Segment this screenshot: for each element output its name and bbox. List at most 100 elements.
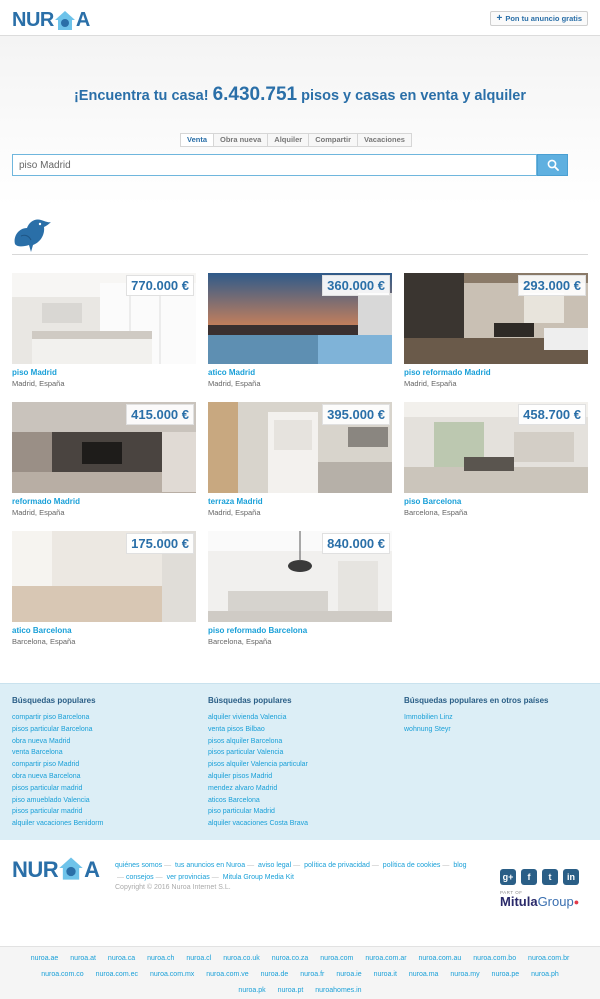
domain-link[interactable]: nuroa.com.au [419, 955, 462, 962]
domain-link[interactable]: nuroa.de [261, 971, 289, 978]
listing-photo[interactable]: 395.000 € [208, 402, 392, 493]
footer-link-tips[interactable]: consejos [126, 874, 154, 881]
domain-link[interactable]: nuroa.com.ve [206, 971, 248, 978]
footer-link-privacy[interactable]: política de privacidad [304, 862, 370, 869]
popular-link[interactable]: pisos particular Valencia [208, 747, 308, 759]
domain-link[interactable]: nuroa.my [450, 971, 479, 978]
footer-link-about[interactable]: quiénes somos [115, 862, 162, 869]
listing-card[interactable]: 360.000 € atico Madrid Madrid, España [208, 273, 392, 388]
domain-link[interactable]: nuroa.pt [278, 987, 304, 994]
domain-link[interactable]: nuroa.fr [300, 971, 324, 978]
tab-venta[interactable]: Venta [181, 134, 215, 146]
listing-title[interactable]: reformado Madrid [12, 497, 196, 506]
listing-title[interactable]: atico Barcelona [12, 626, 196, 635]
tab-compartir[interactable]: Compartir [309, 134, 359, 146]
listing-title[interactable]: piso Barcelona [404, 497, 588, 506]
google-plus-icon[interactable]: g+ [500, 869, 516, 885]
popular-link[interactable]: venta Barcelona [12, 747, 103, 759]
popular-link[interactable]: alquiler pisos Madrid [208, 771, 308, 783]
listing-card[interactable]: 175.000 € atico Barcelona Barcelona, Esp… [12, 531, 196, 646]
footer-link-blog[interactable]: blog [453, 862, 466, 869]
domain-link[interactable]: nuroa.ch [147, 955, 174, 962]
domain-link[interactable]: nuroa.ma [409, 971, 439, 978]
popular-link[interactable]: alquiler vivienda Valencia [208, 712, 308, 724]
popular-heading: Búsquedas populares [208, 696, 292, 705]
listing-card[interactable]: 840.000 € piso reformado Barcelona Barce… [208, 531, 392, 646]
popular-link[interactable]: pisos alquiler Barcelona [208, 736, 308, 748]
domain-link[interactable]: nuroa.cl [186, 955, 211, 962]
popular-link[interactable]: wohnung Steyr [404, 724, 548, 736]
footer-link-cookies[interactable]: política de cookies [383, 862, 441, 869]
domain-link[interactable]: nuroa.pe [492, 971, 520, 978]
twitter-icon[interactable]: t [542, 869, 558, 885]
popular-link[interactable]: Immobilien Linz [404, 712, 548, 724]
footer-link-media-kit[interactable]: Mitula Group Media Kit [223, 874, 294, 881]
search-input[interactable] [12, 154, 537, 176]
popular-link[interactable]: mendez alvaro Madrid [208, 783, 308, 795]
popular-link[interactable]: pisos particular Barcelona [12, 724, 103, 736]
domain-link[interactable]: nuroa.ae [31, 955, 59, 962]
listing-title[interactable]: piso Madrid [12, 368, 196, 377]
domain-link[interactable]: nuroa.pk [238, 987, 265, 994]
footer-link-provinces[interactable]: ver provincias [167, 874, 210, 881]
listing-card[interactable]: 415.000 € reformado Madrid Madrid, Españ… [12, 402, 196, 517]
listing-title[interactable]: piso reformado Barcelona [208, 626, 392, 635]
footer-link-your-ads[interactable]: tus anuncios en Nuroa [175, 862, 245, 869]
domain-link[interactable]: nuroa.com.ar [365, 955, 406, 962]
listing-photo[interactable]: 360.000 € [208, 273, 392, 364]
listing-title[interactable]: atico Madrid [208, 368, 392, 377]
domain-link[interactable]: nuroa.it [374, 971, 397, 978]
mitula-group-logo[interactable]: PART OF MitulaGroup● [500, 890, 579, 909]
listing-card[interactable]: 293.000 € piso reformado Madrid Madrid, … [404, 273, 588, 388]
popular-link[interactable]: piso amueblado Valencia [12, 795, 103, 807]
post-listing-label: Pon tu anuncio gratis [505, 14, 582, 23]
domain-link[interactable]: nuroa.at [70, 955, 96, 962]
domain-link[interactable]: nuroa.ph [531, 971, 559, 978]
domain-link[interactable]: nuroahomes.in [315, 987, 361, 994]
domain-link[interactable]: nuroa.com.ec [96, 971, 138, 978]
domain-link[interactable]: nuroa.co.uk [223, 955, 260, 962]
listing-card[interactable]: 770.000 € piso Madrid Madrid, España [12, 273, 196, 388]
domain-link[interactable]: nuroa.com.co [41, 971, 83, 978]
listing-card[interactable]: 395.000 € terraza Madrid Madrid, España [208, 402, 392, 517]
popular-link[interactable]: alquiler vacaciones Costa Brava [208, 818, 308, 830]
popular-link[interactable]: pisos particular madrid [12, 806, 103, 818]
footer-logo[interactable]: NUR A [12, 854, 100, 882]
domain-link[interactable]: nuroa.com.mx [150, 971, 194, 978]
tab-vacaciones[interactable]: Vacaciones [358, 134, 411, 146]
popular-link[interactable]: piso particular Madrid [208, 806, 308, 818]
domain-link[interactable]: nuroa.com [320, 955, 353, 962]
popular-link[interactable]: pisos alquiler Valencia particular [208, 759, 308, 771]
domain-link[interactable]: nuroa.com.br [528, 955, 569, 962]
search-button[interactable] [537, 154, 568, 176]
listing-title[interactable]: piso reformado Madrid [404, 368, 588, 377]
nuroa-logo[interactable]: NUR A [12, 4, 90, 32]
footer-link-legal[interactable]: aviso legal [258, 862, 291, 869]
popular-link[interactable]: venta pisos Bilbao [208, 724, 308, 736]
listing-photo[interactable]: 770.000 € [12, 273, 196, 364]
listing-photo[interactable]: 415.000 € [12, 402, 196, 493]
popular-link[interactable]: aticos Barcelona [208, 795, 308, 807]
listing-card[interactable]: 458.700 € piso Barcelona Barcelona, Espa… [404, 402, 588, 517]
domain-link[interactable]: nuroa.com.bo [473, 955, 516, 962]
domain-link[interactable]: nuroa.ie [336, 971, 361, 978]
listing-photo[interactable]: 175.000 € [12, 531, 196, 622]
domain-link[interactable]: nuroa.co.za [272, 955, 309, 962]
tab-obra-nueva[interactable]: Obra nueva [214, 134, 269, 146]
facebook-icon[interactable]: f [521, 869, 537, 885]
popular-link[interactable]: alquiler vacaciones Benidorm [12, 818, 103, 830]
listing-photo[interactable]: 293.000 € [404, 273, 588, 364]
listing-title[interactable]: terraza Madrid [208, 497, 392, 506]
popular-link[interactable]: obra nueva Madrid [12, 736, 103, 748]
linkedin-icon[interactable]: in [563, 869, 579, 885]
listing-photo[interactable]: 458.700 € [404, 402, 588, 493]
post-listing-button[interactable]: + Pon tu anuncio gratis [490, 11, 588, 26]
popular-link[interactable]: compartir piso Barcelona [12, 712, 103, 724]
tab-alquiler[interactable]: Alquiler [268, 134, 310, 146]
popular-link[interactable]: obra nueva Barcelona [12, 771, 103, 783]
listing-photo[interactable]: 840.000 € [208, 531, 392, 622]
popular-link[interactable]: compartir piso Madrid [12, 759, 103, 771]
popular-link[interactable]: pisos particular madrid [12, 783, 103, 795]
domain-link[interactable]: nuroa.ca [108, 955, 135, 962]
listing-location: Madrid, España [12, 379, 65, 388]
